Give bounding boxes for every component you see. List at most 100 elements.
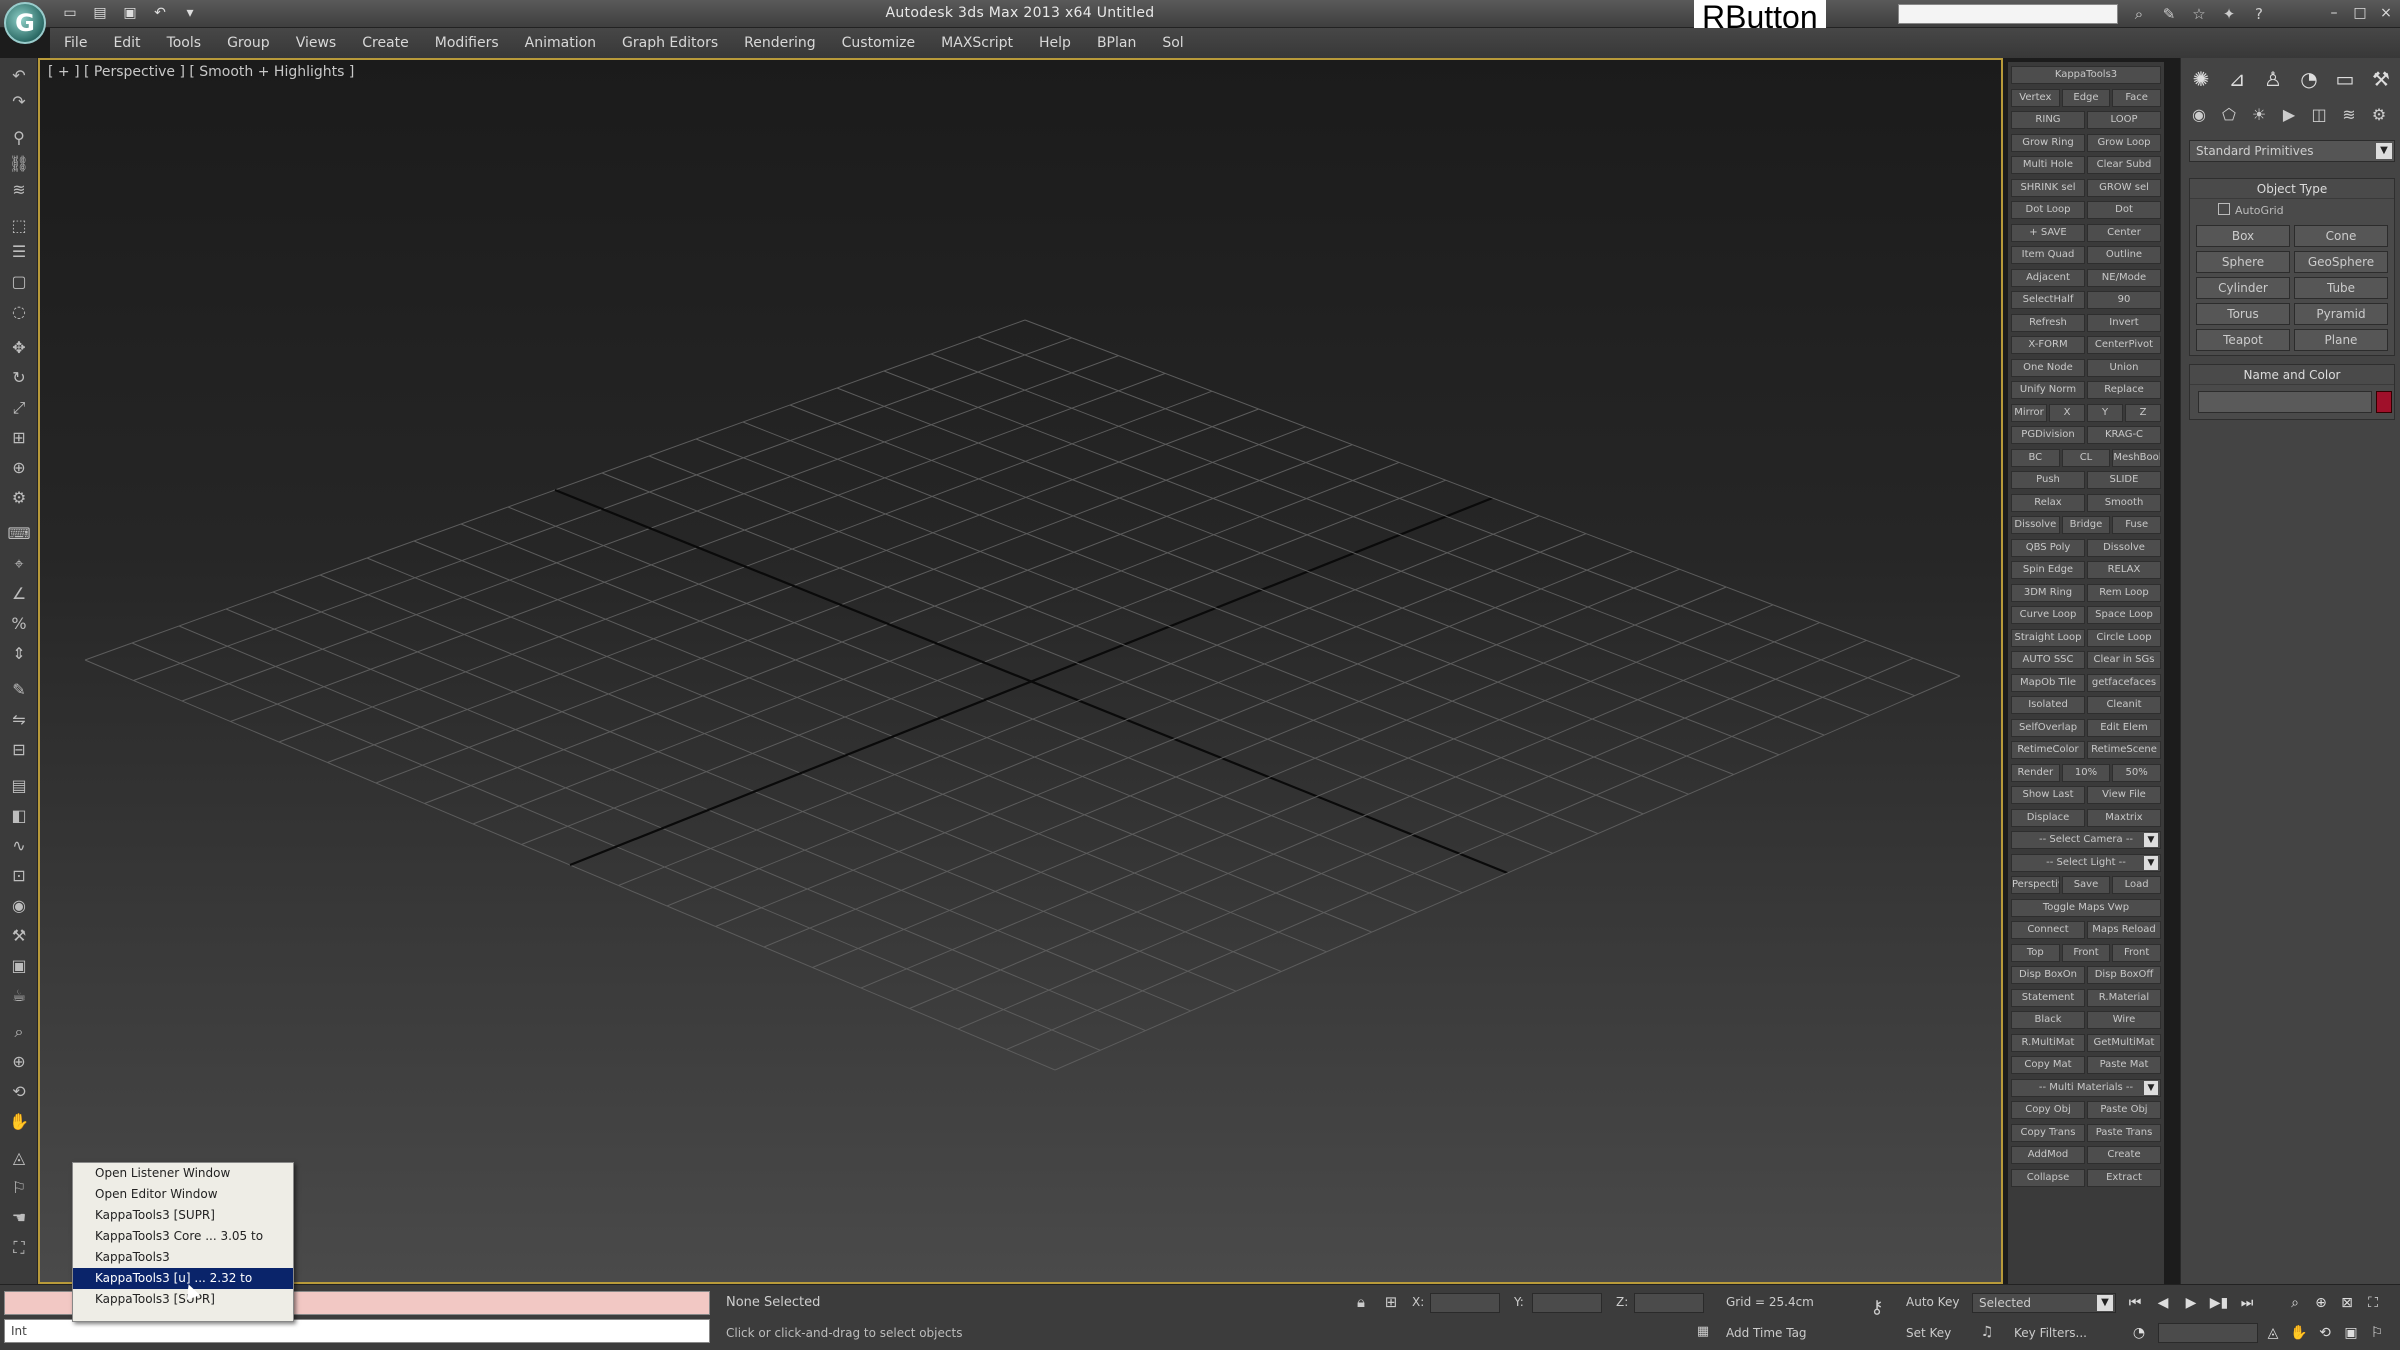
kappatools-button[interactable]: Cleanit bbox=[2087, 696, 2161, 714]
hierarchy-tab[interactable]: ♙ bbox=[2259, 66, 2287, 92]
kappatools-button[interactable]: Displace bbox=[2011, 808, 2085, 827]
torus-button[interactable]: Torus bbox=[2196, 303, 2290, 325]
menu-maxscript[interactable]: MAXScript bbox=[941, 35, 1013, 51]
object-type-header[interactable]: Object Type bbox=[2190, 179, 2394, 199]
orbit-icon[interactable]: ⟲ bbox=[7, 1082, 31, 1102]
hand-icon[interactable]: ☚ bbox=[7, 1208, 31, 1228]
kappatools-button[interactable]: Grow Ring bbox=[2011, 133, 2085, 152]
x-coordinate-field[interactable] bbox=[1430, 1293, 1500, 1313]
context-menu-item[interactable]: KappaTools3 bbox=[73, 1247, 293, 1268]
zoom-icon[interactable]: ⌕ bbox=[7, 1022, 31, 1042]
kappatools-button[interactable]: Edge bbox=[2061, 88, 2111, 107]
kappatools-button[interactable]: Front bbox=[2112, 943, 2161, 962]
modify-tab[interactable]: ⊿ bbox=[2223, 66, 2251, 92]
kappatools-button[interactable]: RELAX bbox=[2087, 561, 2161, 579]
select-object-icon[interactable]: ⬚ bbox=[7, 216, 31, 236]
kappatools-button[interactable]: Copy Trans bbox=[2011, 1123, 2085, 1142]
time-tag-icon[interactable]: ▦ bbox=[1694, 1323, 1712, 1341]
link-icon[interactable]: ⚲ bbox=[7, 128, 31, 148]
cone-button[interactable]: Cone bbox=[2294, 225, 2388, 247]
curve-editor-icon[interactable]: ∿ bbox=[7, 836, 31, 856]
kappatools-button[interactable]: Unify Norm bbox=[2011, 381, 2085, 399]
kappatools-button[interactable]: GetMultiMat bbox=[2087, 1033, 2161, 1052]
kappatools-button[interactable]: + SAVE bbox=[2011, 223, 2085, 242]
kappatools-button[interactable]: LOOP bbox=[2087, 111, 2161, 129]
perspective-viewport[interactable]: [ + ] [ Perspective ] [ Smooth + Highlig… bbox=[38, 58, 2003, 1284]
render-setup-icon[interactable]: ⚒ bbox=[7, 926, 31, 946]
keyboard-shortcut-icon[interactable]: ⌨ bbox=[7, 524, 31, 544]
key-filters-button[interactable]: Key Filters... bbox=[2014, 1326, 2087, 1340]
kappatools-button[interactable]: RetimeScene bbox=[2087, 741, 2161, 759]
kappatools-button[interactable]: Space Loop bbox=[2087, 606, 2161, 624]
named-selection-icon[interactable]: ✎ bbox=[7, 680, 31, 700]
menu-rendering[interactable]: Rendering bbox=[744, 35, 816, 51]
kappatools-button[interactable]: MeshBoolN bbox=[2112, 448, 2161, 467]
pivot-center-icon[interactable]: ⊕ bbox=[7, 458, 31, 478]
maximize-toggle-icon[interactable]: ⛶ bbox=[2362, 1293, 2384, 1313]
app-logo[interactable]: G bbox=[4, 2, 46, 44]
walk-through-icon[interactable]: ⚐ bbox=[2366, 1323, 2388, 1343]
key-mode-dropdown[interactable]: Selected ▼ bbox=[1972, 1293, 2116, 1313]
time-config-icon[interactable]: ◔ bbox=[2128, 1323, 2150, 1343]
maximize-viewport-icon[interactable]: ⛶ bbox=[7, 1238, 31, 1258]
create-tab[interactable]: ✺ bbox=[2187, 66, 2215, 92]
kappatools-button[interactable]: QBS Poly bbox=[2011, 538, 2085, 557]
kappatools-button[interactable]: Statement bbox=[2011, 988, 2085, 1007]
menu-edit[interactable]: Edit bbox=[113, 35, 140, 51]
kappatools-button[interactable]: Maxtrix bbox=[2087, 808, 2161, 827]
context-menu-item[interactable]: Open Listener Window bbox=[73, 1163, 293, 1184]
z-coordinate-field[interactable] bbox=[1634, 1293, 1704, 1313]
kappatools-button[interactable]: Edit Elem bbox=[2087, 718, 2161, 737]
redo-icon[interactable]: ↷ bbox=[7, 92, 31, 112]
systems-icon[interactable]: ⚙ bbox=[2367, 104, 2391, 126]
context-menu-item[interactable]: KappaTools3 [SUPR] bbox=[73, 1205, 293, 1226]
graphite-tools-icon[interactable]: ◧ bbox=[7, 806, 31, 826]
kappatools-button[interactable]: getfacefaces bbox=[2087, 673, 2161, 692]
absolute-mode-icon[interactable]: ⊞ bbox=[1382, 1293, 1400, 1311]
kappatools-button[interactable]: AddMod bbox=[2011, 1146, 2085, 1164]
kappatools-button[interactable]: Disp BoxOn bbox=[2011, 966, 2085, 984]
shapes-icon[interactable]: ⬠ bbox=[2217, 104, 2241, 126]
menu-customize[interactable]: Customize bbox=[842, 35, 916, 51]
current-frame-field[interactable] bbox=[2158, 1323, 2258, 1343]
kappatools-button[interactable]: CL bbox=[2061, 448, 2111, 467]
kappatools-button[interactable]: RetimeColor bbox=[2011, 741, 2085, 759]
rendered-frame-icon[interactable]: ▣ bbox=[7, 956, 31, 976]
menu-sol[interactable]: Sol bbox=[1162, 35, 1183, 51]
orbit-view-icon[interactable]: ⟲ bbox=[2314, 1323, 2336, 1343]
kappatools-button[interactable]: Top bbox=[2011, 943, 2060, 962]
motion-tab[interactable]: ◔ bbox=[2295, 66, 2323, 92]
kappatools-button[interactable]: SelectHalf bbox=[2011, 291, 2085, 309]
layer-manager-icon[interactable]: ▤ bbox=[7, 776, 31, 796]
star-icon[interactable]: ☆ bbox=[2188, 4, 2210, 24]
bind-spacewarp-icon[interactable]: ≋ bbox=[7, 180, 31, 200]
scale-icon[interactable]: ⤢ bbox=[7, 398, 31, 418]
kappatools-button[interactable]: KRAG-C bbox=[2087, 426, 2161, 444]
rotate-icon[interactable]: ↻ bbox=[7, 368, 31, 388]
pan-icon[interactable]: ✋ bbox=[7, 1112, 31, 1132]
kappatools-button[interactable]: Paste Obj bbox=[2087, 1101, 2161, 1119]
kappatools-button[interactable]: BC bbox=[2011, 448, 2060, 467]
geometry-icon[interactable]: ◉ bbox=[2187, 104, 2211, 126]
material-editor-icon[interactable]: ◉ bbox=[7, 896, 31, 916]
kappatools-button[interactable]: Grow Loop bbox=[2087, 133, 2161, 152]
previous-frame-icon[interactable]: ◀ bbox=[2152, 1293, 2174, 1313]
pyramid-button[interactable]: Pyramid bbox=[2294, 303, 2388, 325]
kappatools-button[interactable]: -- Multi Materials -- ▼ bbox=[2011, 1078, 2161, 1097]
render-icon[interactable]: ☕ bbox=[7, 986, 31, 1006]
kappatools-button[interactable]: Toggle Maps Vwp bbox=[2011, 898, 2161, 917]
minimize-icon[interactable]: – bbox=[2324, 2, 2344, 24]
kappatools-button[interactable]: AUTO SSC bbox=[2011, 651, 2085, 669]
kappatools-button[interactable]: One Node bbox=[2011, 358, 2085, 377]
menu-views[interactable]: Views bbox=[296, 35, 337, 51]
kappatools-button[interactable]: Fuse bbox=[2112, 516, 2161, 534]
primitive-type-dropdown[interactable]: Standard Primitives ▼ bbox=[2189, 140, 2395, 162]
kappatools-button[interactable]: Relax bbox=[2011, 493, 2085, 512]
kappatools-button[interactable]: Dissolve bbox=[2087, 538, 2161, 557]
kappatools-button[interactable]: Y bbox=[2087, 403, 2123, 422]
play-icon[interactable]: ▶ bbox=[2180, 1293, 2202, 1313]
kappatools-button[interactable]: SHRINK sel bbox=[2011, 178, 2085, 197]
spinner-snap-icon[interactable]: ⇕ bbox=[7, 644, 31, 664]
kappatools-button[interactable]: KappaTools3 bbox=[2011, 66, 2161, 84]
kappatools-button[interactable]: Collapse bbox=[2011, 1168, 2085, 1187]
